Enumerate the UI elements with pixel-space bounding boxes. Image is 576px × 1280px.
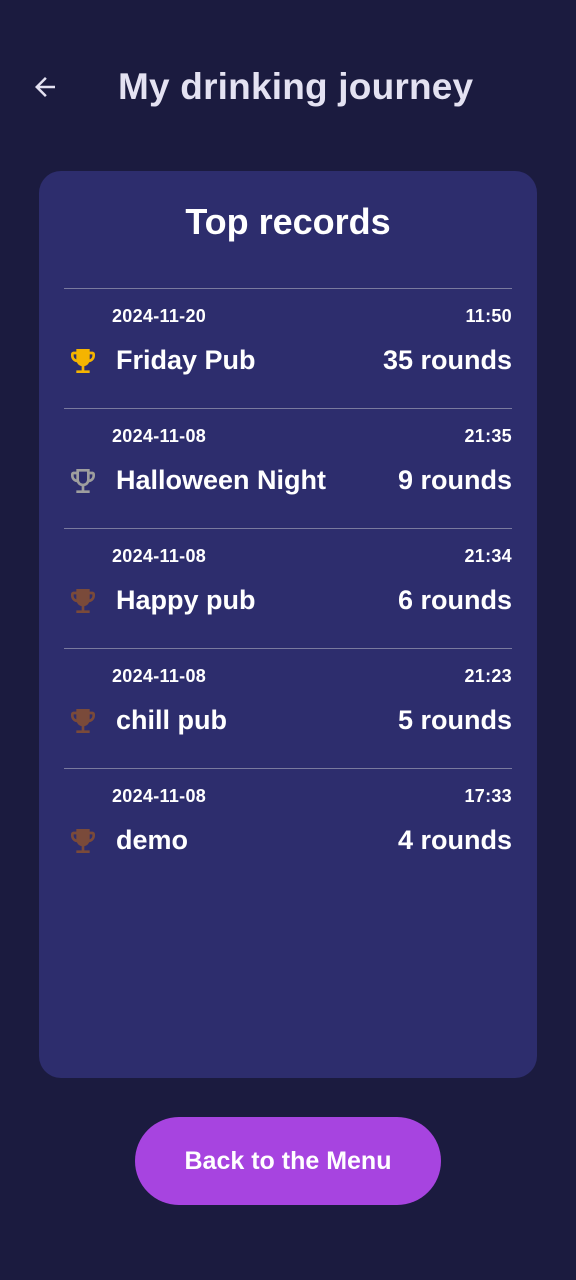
screen: My drinking journey Top records 2024-11-… [0,0,576,1280]
list-item[interactable]: 2024-11-20 11:50 Friday Pub 35 rounds [64,288,512,408]
record-date: 2024-11-08 [112,786,207,806]
record-date: 2024-11-20 [112,306,207,326]
page-title: My drinking journey [118,66,474,107]
record-time: 17:33 [464,786,512,806]
list-item[interactable]: 2024-11-08 21:23 chill pub 5 rounds [64,648,512,768]
record-rounds: 4 rounds [397,825,512,855]
record-name: Halloween Night [116,465,327,495]
list-item[interactable]: 2024-11-08 21:35 Halloween Night 9 round… [64,408,512,528]
top-records-card: Top records 2024-11-20 11:50 Friday Pub … [39,171,537,1078]
record-time: 21:23 [464,666,512,686]
record-rounds: 5 rounds [397,705,512,735]
record-rounds: 6 rounds [397,585,512,615]
list-item[interactable]: 2024-11-08 17:33 demo 4 rounds [64,768,512,888]
record-time: 21:34 [464,546,512,566]
back-button[interactable] [22,64,68,110]
trophy-silver-icon [71,469,95,493]
record-time: 11:50 [465,306,512,326]
arrow-left-icon [35,77,55,97]
record-rounds: 9 rounds [397,465,512,495]
record-date: 2024-11-08 [112,666,207,686]
record-rounds: 35 rounds [382,345,512,375]
trophy-gold-icon [71,349,95,373]
list-item[interactable]: 2024-11-08 21:34 Happy pub 6 rounds [64,528,512,648]
trophy-bronze-icon [71,829,95,853]
record-date: 2024-11-08 [112,426,207,446]
record-time: 21:35 [464,426,512,446]
record-name: demo [116,825,189,855]
trophy-bronze-icon [71,709,95,733]
record-date: 2024-11-08 [112,546,207,566]
card-title: Top records [185,201,391,242]
record-name: chill pub [116,705,227,735]
trophy-bronze-icon [71,589,95,613]
back-to-menu-button[interactable]: Back to the Menu [135,1117,441,1205]
record-name: Friday Pub [116,345,256,375]
records-list: 2024-11-20 11:50 Friday Pub 35 rounds 20… [64,288,512,888]
record-name: Happy pub [116,585,256,615]
app-header: My drinking journey [0,50,576,126]
